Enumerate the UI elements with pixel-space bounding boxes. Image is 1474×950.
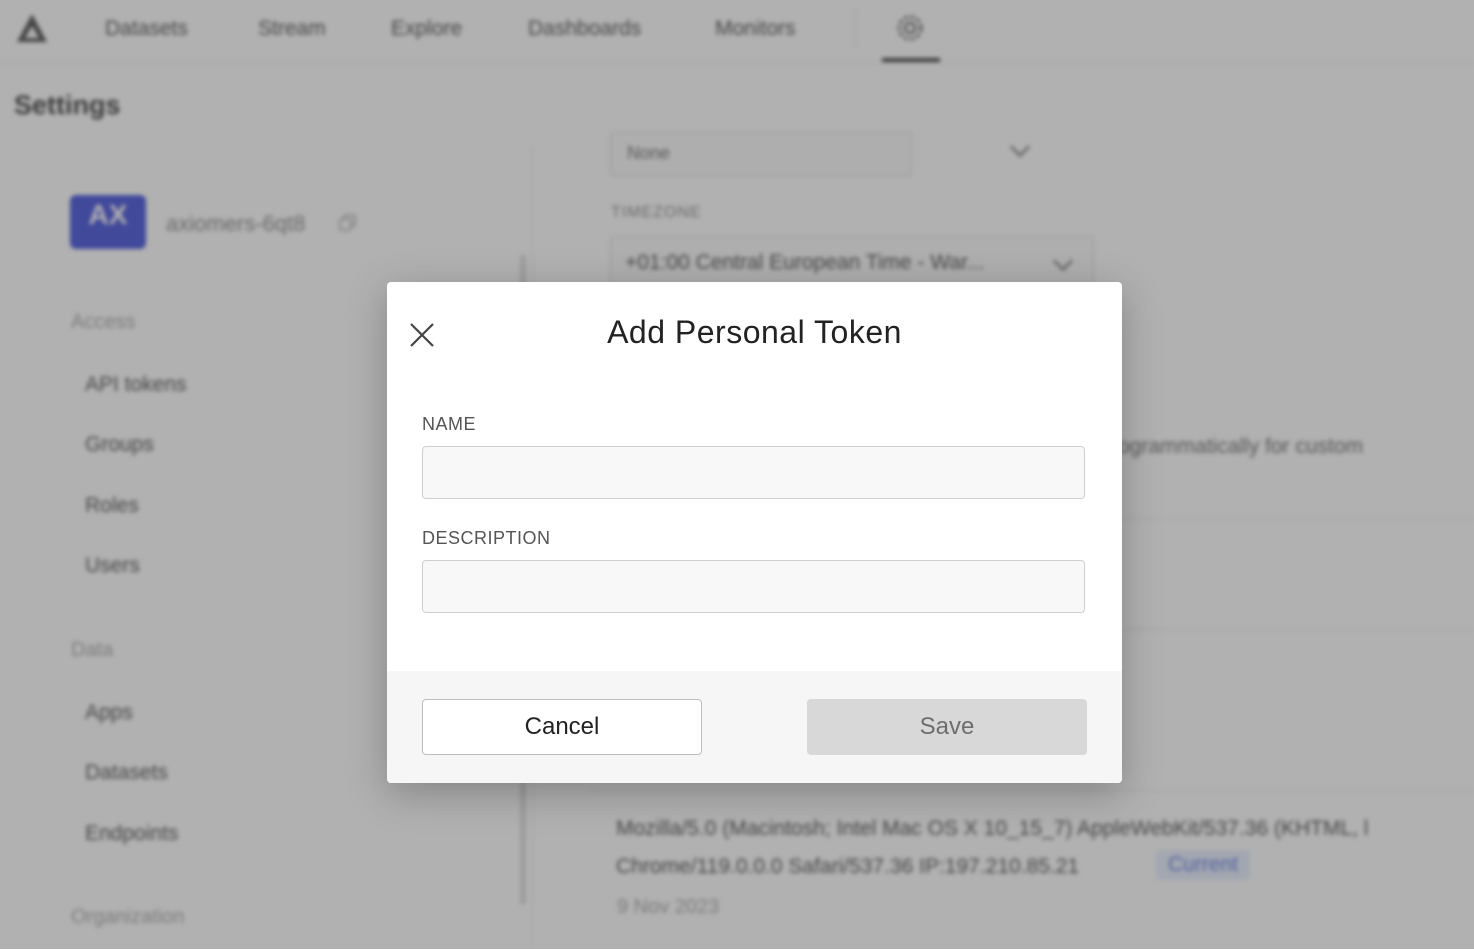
- dialog-footer: Cancel Save: [387, 671, 1122, 783]
- description-label: DESCRIPTION: [422, 528, 551, 548]
- cancel-button[interactable]: Cancel: [422, 699, 702, 755]
- save-button[interactable]: Save: [807, 699, 1087, 755]
- description-input[interactable]: [422, 560, 1085, 613]
- name-label: NAME: [422, 414, 477, 434]
- add-personal-token-dialog: Add Personal Token NAME DESCRIPTION Canc…: [387, 282, 1122, 783]
- name-input[interactable]: [422, 446, 1085, 499]
- dialog-title: Add Personal Token: [607, 314, 902, 350]
